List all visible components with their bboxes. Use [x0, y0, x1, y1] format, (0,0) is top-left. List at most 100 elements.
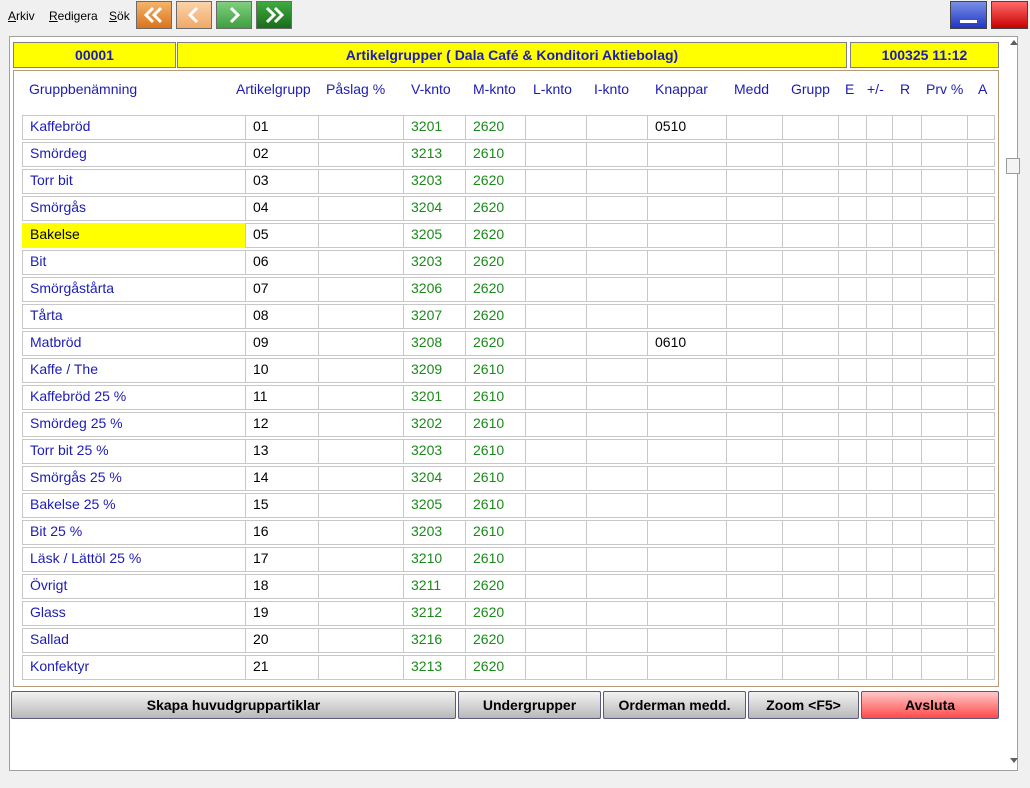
cell-a[interactable] [967, 547, 995, 572]
cell-medd[interactable] [726, 250, 783, 275]
cell-medd[interactable] [726, 655, 783, 680]
cell-knappar[interactable] [647, 142, 727, 167]
cell-prv[interactable] [921, 601, 968, 626]
cell-v-knto[interactable]: 3210 [403, 547, 466, 572]
cell-prv[interactable] [921, 439, 968, 464]
cell-r[interactable] [892, 601, 922, 626]
cell-group-name[interactable]: Torr bit 25 % [22, 439, 246, 464]
cell-grupp[interactable] [782, 628, 839, 653]
cell-m-knto[interactable]: 2620 [465, 655, 526, 680]
cell-knappar[interactable] [647, 439, 727, 464]
cell-l-knto[interactable] [525, 520, 587, 545]
cell-i-knto[interactable] [586, 115, 648, 140]
cell-prv[interactable] [921, 547, 968, 572]
cell-group-name[interactable]: Tårta [22, 304, 246, 329]
cell-markup[interactable] [318, 466, 404, 491]
menu-arkiv[interactable]: Arkiv [8, 9, 35, 23]
cell-v-knto[interactable]: 3205 [403, 493, 466, 518]
cell-article-group[interactable]: 20 [245, 628, 319, 653]
cell-prv[interactable] [921, 412, 968, 437]
minimize-button[interactable] [950, 1, 987, 29]
cell-markup[interactable] [318, 115, 404, 140]
cell-i-knto[interactable] [586, 223, 648, 248]
cell-markup[interactable] [318, 628, 404, 653]
cell-knappar[interactable] [647, 223, 727, 248]
cell-article-group[interactable]: 12 [245, 412, 319, 437]
cell-v-knto[interactable]: 3212 [403, 601, 466, 626]
cell-a[interactable] [967, 493, 995, 518]
cell-e[interactable] [838, 520, 867, 545]
cell-group-name[interactable]: Matbröd [22, 331, 246, 356]
cell-markup[interactable] [318, 655, 404, 680]
cell-v-knto[interactable]: 3204 [403, 196, 466, 221]
cell-medd[interactable] [726, 223, 783, 248]
scroll-down-arrow-icon[interactable] [1010, 758, 1018, 763]
cell-group-name[interactable]: Övrigt [22, 574, 246, 599]
cell-r[interactable] [892, 358, 922, 383]
cell-r[interactable] [892, 142, 922, 167]
cell-medd[interactable] [726, 601, 783, 626]
cell-group-name[interactable]: Kaffe / The [22, 358, 246, 383]
cell-prv[interactable] [921, 142, 968, 167]
cell-m-knto[interactable]: 2620 [465, 628, 526, 653]
cell-group-name[interactable]: Smörgås 25 % [22, 466, 246, 491]
cell-i-knto[interactable] [586, 520, 648, 545]
column-header-v-knto[interactable]: V-knto [411, 81, 451, 97]
cell-medd[interactable] [726, 493, 783, 518]
cell-markup[interactable] [318, 277, 404, 302]
cell-l-knto[interactable] [525, 115, 587, 140]
first-record-button[interactable] [136, 1, 172, 29]
cell-v-knto[interactable]: 3203 [403, 250, 466, 275]
cell-markup[interactable] [318, 142, 404, 167]
cell-group-name[interactable]: Bit [22, 250, 246, 275]
cell-prv[interactable] [921, 628, 968, 653]
cell-markup[interactable] [318, 331, 404, 356]
cell-v-knto[interactable]: 3201 [403, 115, 466, 140]
cell-i-knto[interactable] [586, 493, 648, 518]
cell-r[interactable] [892, 412, 922, 437]
cell-markup[interactable] [318, 169, 404, 194]
cell-group-name[interactable]: Kaffebröd [22, 115, 246, 140]
cell-m-knto[interactable]: 2610 [465, 358, 526, 383]
column-header-l-knto[interactable]: L-knto [533, 81, 572, 97]
cell-article-group[interactable]: 07 [245, 277, 319, 302]
cell-i-knto[interactable] [586, 331, 648, 356]
cell-l-knto[interactable] [525, 277, 587, 302]
cell-i-knto[interactable] [586, 304, 648, 329]
cell-e[interactable] [838, 628, 867, 653]
cell-markup[interactable] [318, 520, 404, 545]
cell-medd[interactable] [726, 412, 783, 437]
cell-article-group[interactable]: 02 [245, 142, 319, 167]
cell-article-group[interactable]: 19 [245, 601, 319, 626]
menu-redigera[interactable]: Redigera [49, 9, 98, 23]
cell-l-knto[interactable] [525, 655, 587, 680]
cell-v-knto[interactable]: 3203 [403, 439, 466, 464]
cell-v-knto[interactable]: 3206 [403, 277, 466, 302]
cell-plus-minus[interactable] [866, 520, 893, 545]
cell-i-knto[interactable] [586, 601, 648, 626]
cell-v-knto[interactable]: 3203 [403, 169, 466, 194]
cell-markup[interactable] [318, 196, 404, 221]
cell-m-knto[interactable]: 2610 [465, 466, 526, 491]
cell-i-knto[interactable] [586, 385, 648, 410]
cell-article-group[interactable]: 06 [245, 250, 319, 275]
cell-a[interactable] [967, 628, 995, 653]
cell-a[interactable] [967, 385, 995, 410]
cell-m-knto[interactable]: 2610 [465, 493, 526, 518]
cell-a[interactable] [967, 250, 995, 275]
cell-m-knto[interactable]: 2620 [465, 196, 526, 221]
cell-i-knto[interactable] [586, 277, 648, 302]
last-record-button[interactable] [256, 1, 292, 29]
cell-r[interactable] [892, 493, 922, 518]
cell-article-group[interactable]: 13 [245, 439, 319, 464]
cell-r[interactable] [892, 277, 922, 302]
cell-l-knto[interactable] [525, 439, 587, 464]
cell-e[interactable] [838, 493, 867, 518]
cell-v-knto[interactable]: 3203 [403, 520, 466, 545]
cell-r[interactable] [892, 574, 922, 599]
cell-group-name[interactable]: Smördeg 25 % [22, 412, 246, 437]
cell-group-name[interactable]: Bakelse [22, 223, 246, 248]
cell-a[interactable] [967, 412, 995, 437]
cell-grupp[interactable] [782, 466, 839, 491]
menu-sok[interactable]: Sök [109, 9, 130, 23]
